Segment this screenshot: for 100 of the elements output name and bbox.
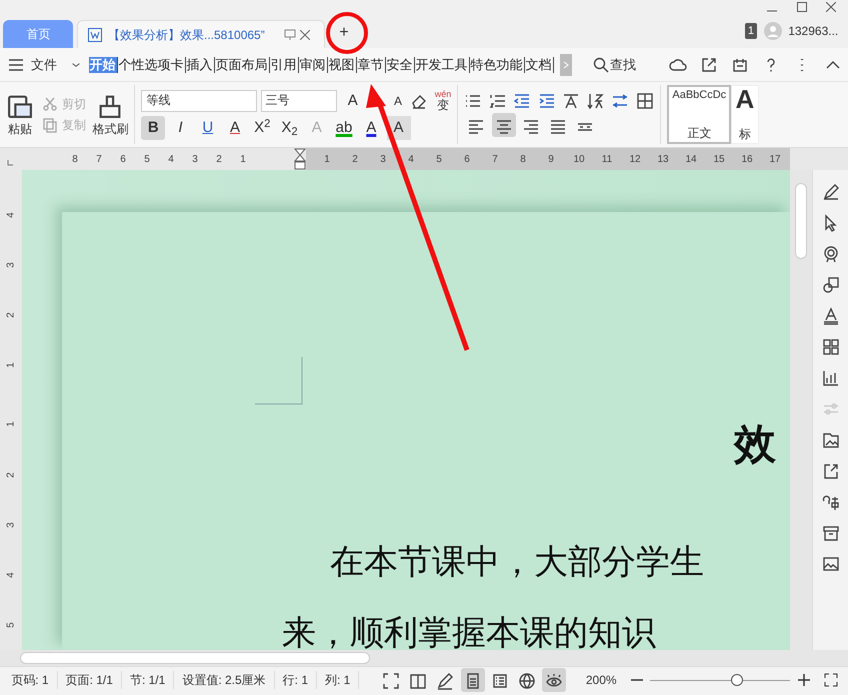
picture-folder-icon[interactable]: [822, 431, 840, 449]
format-button[interactable]: A: [359, 116, 384, 140]
font-family-field[interactable]: 等线: [141, 90, 258, 112]
new-tab-button[interactable]: +: [331, 18, 357, 45]
ruler-number: 6: [463, 152, 471, 166]
shrink-font-button[interactable]: A: [389, 88, 407, 113]
shapes-icon[interactable]: [822, 276, 840, 294]
ruler-number: 2: [351, 152, 359, 166]
export-icon[interactable]: [822, 462, 840, 480]
align-center-icon: [494, 118, 513, 136]
scrollbar-thumb[interactable]: [795, 183, 807, 259]
close-icon[interactable]: [826, 2, 836, 12]
ruler-number: 17: [768, 152, 782, 166]
ruler-number: 5: [4, 622, 18, 628]
phonetic-guide-button[interactable]: wén 变: [434, 90, 452, 112]
status-field: 页面: 1/1: [58, 671, 122, 689]
notification-count[interactable]: 1: [744, 22, 758, 39]
horizontal-scrollbar-thumb[interactable]: [20, 652, 370, 664]
heading-style-card[interactable]: A 标: [731, 85, 759, 144]
status-field: 页码: 1: [3, 671, 58, 689]
style-preset-card[interactable]: AaBbCcDc 正文: [667, 85, 732, 144]
sort-icon[interactable]: [586, 92, 605, 110]
ruler-number: 9: [547, 152, 555, 166]
user-name[interactable]: 132963...: [788, 22, 838, 40]
ruler-number: 13: [656, 152, 670, 166]
font-size-field[interactable]: 三号: [260, 90, 336, 112]
margin-corner-mark: [255, 357, 303, 405]
ruler-number: 3: [379, 152, 387, 166]
edit-view-icon: [436, 672, 454, 690]
status-field: 列: 1: [317, 671, 360, 689]
outline-view-icon: [490, 672, 509, 690]
format-button[interactable]: X$_{2}$: [278, 116, 302, 140]
grid-icon[interactable]: [822, 338, 840, 356]
ruler-number: 12: [628, 152, 642, 166]
text-art-icon[interactable]: [822, 307, 840, 325]
indent-marker-icon[interactable]: [294, 148, 306, 170]
paste-button[interactable]: 粘贴: [8, 120, 32, 138]
grow-font-button[interactable]: A: [344, 88, 362, 113]
zoom-in-icon[interactable]: [796, 673, 811, 687]
character-spacing-icon[interactable]: [562, 92, 580, 110]
increase-indent-icon[interactable]: [538, 92, 556, 110]
status-field: 行: 1: [274, 671, 318, 689]
ribbon-tab[interactable]: 特色功能: [470, 56, 524, 72]
focus-view-icon: [382, 672, 400, 690]
ribbon-tab[interactable]: 开始: [88, 56, 118, 72]
ribbon-tab[interactable]: 引用: [270, 56, 298, 72]
image-icon[interactable]: [822, 555, 840, 573]
ruler-number: 8: [519, 152, 527, 166]
body-text-line: 在本节课中，大部分学生: [330, 542, 704, 583]
format-button[interactable]: U: [196, 116, 220, 140]
table-icon[interactable]: [636, 92, 654, 110]
close-tab-icon[interactable]: [300, 30, 310, 40]
align-center-button[interactable]: [492, 113, 516, 138]
ruler-number: 14: [684, 152, 698, 166]
ribbon-tab[interactable]: 文档: [524, 56, 554, 72]
translate-icon[interactable]: [822, 493, 840, 511]
format-button[interactable]: B: [141, 116, 166, 140]
ribbon-tab[interactable]: 视图: [328, 56, 356, 72]
align-left-icon: [467, 118, 486, 136]
format-painter-button[interactable]: 格式刷: [92, 120, 128, 138]
ribbon-tab[interactable]: 页面布局: [214, 56, 270, 72]
ruler-number: 6: [119, 152, 127, 166]
share-icon[interactable]: [700, 56, 718, 74]
ruler-number: 16: [740, 152, 754, 166]
ribbon-tab[interactable]: 插入: [186, 56, 214, 72]
page-view-button[interactable]: [460, 668, 485, 692]
search-button[interactable]: 查找: [610, 54, 636, 74]
status-field: 设置值: 2.5厘米: [174, 671, 275, 689]
ruler-number: 15: [712, 152, 726, 166]
document-tab[interactable]: 【效果分析】效果...5810065”: [76, 20, 324, 48]
badge-icon[interactable]: [822, 245, 840, 263]
eye-protection-button[interactable]: [542, 668, 566, 692]
ruler-number: 8: [71, 152, 79, 166]
decrease-indent-icon[interactable]: [513, 92, 532, 110]
ruler-number: 7: [95, 152, 103, 166]
ruler-number: 4: [4, 212, 18, 218]
maximize-icon[interactable]: [796, 2, 806, 12]
ruler-number: 3: [4, 262, 18, 268]
format-button[interactable]: ab: [332, 116, 356, 140]
line-spacing-icon[interactable]: [611, 92, 630, 110]
archive-icon[interactable]: [822, 524, 840, 542]
zoom-dropdown[interactable]: 200%: [586, 671, 617, 689]
ruler-number: 10: [572, 152, 586, 166]
ruler-number: 5: [143, 152, 151, 166]
body-text-line: 来，顺利掌握本课的知识: [282, 612, 657, 650]
align-justify-icon: [549, 118, 568, 136]
ribbon-tab[interactable]: 个性选项卡: [118, 56, 186, 72]
format-button[interactable]: I: [168, 116, 192, 140]
file-menu[interactable]: 文件: [31, 54, 57, 74]
format-button[interactable]: A: [223, 116, 247, 140]
bar-chart-icon[interactable]: [822, 369, 840, 387]
ribbon-tab[interactable]: 章节: [356, 56, 386, 72]
ribbon-tab[interactable]: 安全: [386, 56, 414, 72]
fit-window-icon[interactable]: [824, 673, 838, 687]
zoom-slider-thumb[interactable]: [730, 674, 743, 686]
pin-icon[interactable]: [284, 29, 296, 42]
ribbon-tab[interactable]: 审阅: [298, 56, 328, 72]
ribbon-tab[interactable]: 开发工具: [414, 56, 470, 72]
format-button[interactable]: X$^{2}$: [250, 116, 274, 140]
pen-icon[interactable]: [822, 183, 840, 201]
